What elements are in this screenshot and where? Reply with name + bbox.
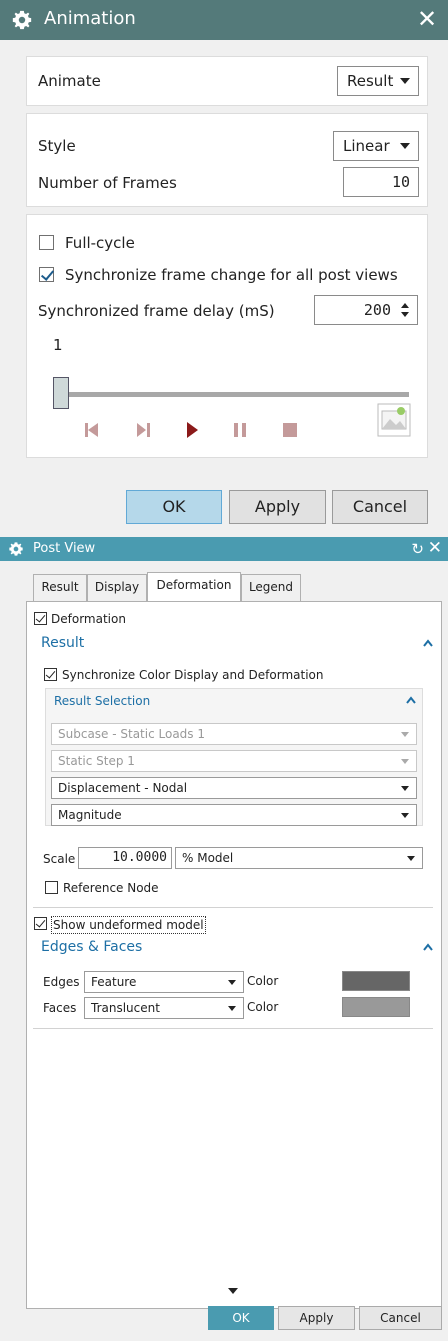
reset-icon[interactable]: ↻ [411, 539, 424, 559]
scale-input[interactable]: 10.0000 [78, 847, 172, 869]
style-label: Style [38, 137, 76, 155]
tab-legend[interactable]: Legend [241, 574, 301, 601]
more-options-icon[interactable] [228, 1288, 238, 1294]
chevron-down-icon [401, 786, 409, 791]
edges-select[interactable]: Feature [84, 971, 244, 993]
chevron-up-icon[interactable] [423, 639, 433, 649]
result-type-value: Displacement - Nodal [58, 781, 188, 795]
spinner-icon[interactable] [401, 302, 409, 318]
frames-input[interactable]: 10 [343, 167, 419, 197]
reference-node-label: Reference Node [63, 881, 159, 895]
gear-icon [12, 10, 32, 30]
tab-display[interactable]: Display [87, 574, 147, 601]
reference-node-checkbox[interactable] [45, 881, 58, 894]
edges-color-swatch[interactable] [342, 971, 410, 991]
frame-delay-label: Synchronized frame delay (mS) [38, 302, 275, 320]
step-forward-icon[interactable] [133, 419, 153, 441]
scale-label: Scale [43, 852, 76, 866]
deformation-checkbox[interactable] [34, 612, 47, 625]
style-dropdown[interactable]: Linear [333, 131, 419, 161]
chevron-down-icon [401, 759, 409, 764]
frame-delay-value: 200 [363, 301, 391, 319]
faces-value: Translucent [91, 1001, 160, 1015]
animate-value: Result [347, 72, 394, 90]
scale-unit-value: % Model [182, 851, 234, 865]
result-selection-group: Result Selection Subcase - Static Loads … [45, 688, 423, 826]
component-value: Magnitude [58, 808, 122, 822]
animation-titlebar: Animation ✕ [0, 0, 448, 40]
component-select[interactable]: Magnitude [51, 804, 417, 826]
chevron-down-icon [407, 856, 415, 861]
pause-icon[interactable] [230, 419, 250, 441]
faces-color-label: Color [247, 1000, 279, 1014]
chevron-down-icon [400, 143, 410, 149]
result-selection-header[interactable]: Result Selection [54, 693, 150, 709]
sync-color-checkbox[interactable] [44, 668, 57, 681]
apply-button[interactable]: Apply [278, 1306, 355, 1330]
chevron-up-icon[interactable] [406, 696, 416, 706]
faces-label: Faces [43, 1001, 77, 1015]
post-view-title: Post View [33, 541, 96, 556]
animation-dialog: Animation ✕ Animate Result Style Linear … [0, 0, 448, 535]
chevron-down-icon [401, 813, 409, 818]
post-view-dialog: Post View ↻ ✕ Result Display Deformation… [0, 537, 448, 1341]
faces-color-swatch[interactable] [342, 997, 410, 1017]
frames-label: Number of Frames [38, 174, 177, 192]
post-view-titlebar: Post View ↻ ✕ [0, 537, 448, 561]
cancel-button[interactable]: Cancel [332, 490, 428, 524]
result-type-select[interactable]: Displacement - Nodal [51, 777, 417, 799]
scale-unit-select[interactable]: % Model [175, 847, 423, 869]
style-value: Linear [343, 137, 390, 155]
show-undeformed-label: Show undeformed model [51, 916, 206, 934]
playback-card: Full-cycle Synchronize frame change for … [26, 214, 428, 458]
edges-color-label: Color [247, 974, 279, 988]
full-cycle-label: Full-cycle [65, 234, 135, 252]
export-image-icon[interactable] [377, 403, 411, 437]
chevron-down-icon [228, 1006, 236, 1011]
apply-button[interactable]: Apply [229, 490, 326, 524]
faces-select[interactable]: Translucent [84, 997, 244, 1019]
slider-value-label: 1 [53, 336, 63, 354]
ok-button[interactable]: OK [126, 490, 222, 524]
step-select: Static Step 1 [51, 750, 417, 772]
step-value: Static Step 1 [58, 754, 135, 768]
animation-title: Animation [44, 8, 136, 29]
frame-slider-track[interactable] [57, 392, 409, 397]
animate-label: Animate [38, 72, 101, 90]
cancel-button[interactable]: Cancel [359, 1306, 442, 1330]
synchronize-label: Synchronize frame change for all post vi… [65, 266, 398, 284]
chevron-up-icon[interactable] [423, 943, 433, 953]
edges-faces-section-header[interactable]: Edges & Faces [41, 938, 142, 956]
stop-icon[interactable] [280, 419, 300, 441]
sync-color-label: Synchronize Color Display and Deformatio… [62, 668, 324, 682]
result-section-header[interactable]: Result [41, 634, 84, 652]
edges-value: Feature [91, 975, 137, 989]
subcase-value: Subcase - Static Loads 1 [58, 727, 205, 741]
animate-dropdown[interactable]: Result [337, 66, 419, 96]
close-icon[interactable]: ✕ [428, 538, 442, 558]
chevron-down-icon [401, 732, 409, 737]
style-card: Style Linear Number of Frames 10 [26, 113, 428, 207]
subcase-select: Subcase - Static Loads 1 [51, 723, 417, 745]
show-undeformed-checkbox[interactable] [34, 917, 47, 930]
chevron-down-icon [400, 78, 410, 84]
tab-result[interactable]: Result [33, 574, 87, 601]
chevron-down-icon [228, 980, 236, 985]
frame-delay-stepper[interactable]: 200 [314, 295, 418, 325]
close-icon[interactable]: ✕ [414, 6, 440, 32]
play-icon[interactable] [182, 419, 202, 441]
deformation-label: Deformation [51, 612, 126, 626]
divider [33, 1028, 433, 1029]
synchronize-checkbox[interactable] [39, 267, 54, 282]
gear-icon [9, 542, 23, 556]
full-cycle-checkbox[interactable] [39, 235, 54, 250]
frame-slider-thumb[interactable] [53, 377, 69, 409]
first-frame-icon[interactable] [82, 419, 102, 441]
tab-deformation[interactable]: Deformation [147, 572, 241, 602]
edges-label: Edges [43, 975, 80, 989]
ok-button[interactable]: OK [208, 1306, 274, 1330]
divider [33, 907, 433, 908]
deformation-panel: Deformation Result Synchronize Color Dis… [26, 601, 442, 1309]
animate-card: Animate Result [26, 56, 428, 106]
